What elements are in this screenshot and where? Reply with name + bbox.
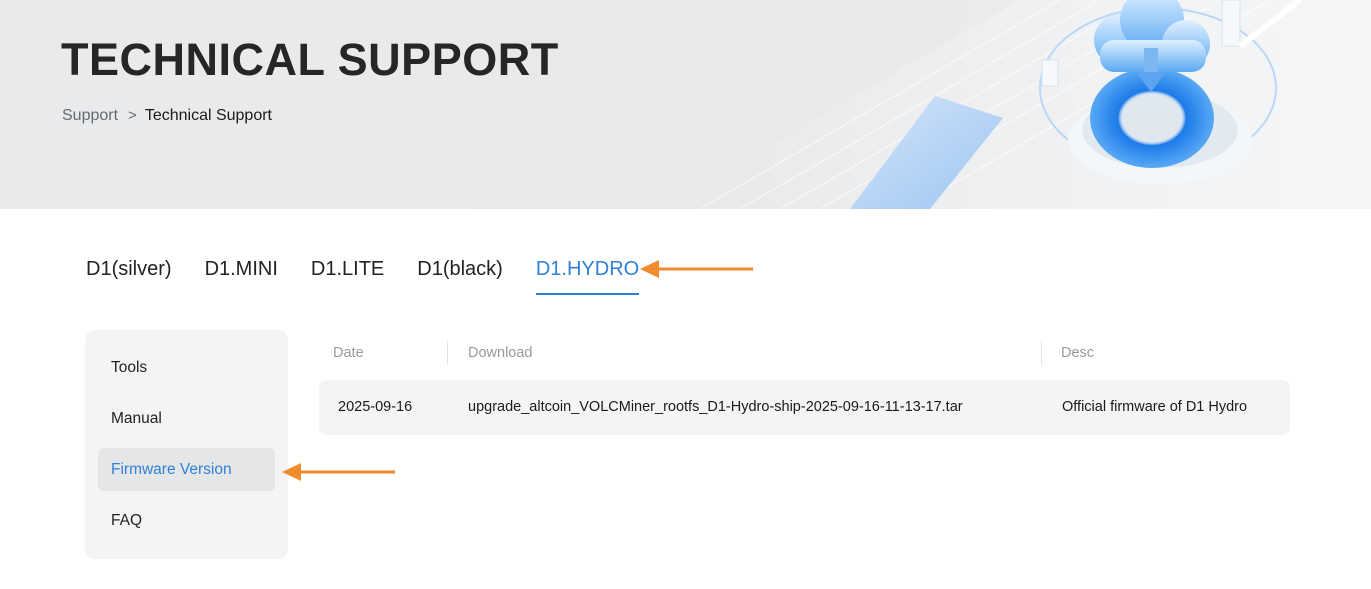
product-tabs: D1(silver) D1.MINI D1.LITE D1(black) D1.…: [86, 252, 672, 298]
row-date: 2025-09-16: [338, 399, 413, 415]
breadcrumb-separator: >: [128, 106, 137, 124]
tab-d1-mini[interactable]: D1.MINI: [205, 252, 278, 296]
row-desc: Official firmware of D1 Hydro: [1062, 399, 1248, 415]
table-header: Date Download Desc: [319, 340, 1290, 366]
tab-d1-lite[interactable]: D1.LITE: [311, 252, 384, 296]
hero-banner: TECHNICAL SUPPORT Support > Technical Su…: [0, 0, 1371, 209]
column-header-date: Date: [333, 345, 364, 361]
column-header-download: Download: [468, 345, 533, 361]
tab-d1-silver[interactable]: D1(silver): [86, 252, 172, 296]
column-divider: [447, 341, 448, 365]
column-header-desc: Desc: [1061, 345, 1095, 361]
breadcrumb-support-link[interactable]: Support: [62, 107, 118, 125]
menu-item-faq[interactable]: FAQ: [98, 499, 275, 542]
column-divider: [1041, 341, 1042, 365]
breadcrumb-current: Technical Support: [144, 107, 272, 124]
menu-item-manual[interactable]: Manual: [98, 397, 275, 440]
cloud-download-illustration-icon: [660, 0, 1371, 209]
menu-item-tools[interactable]: Tools: [98, 346, 275, 389]
breadcrumb: Support > Technical Support: [62, 107, 272, 125]
annotation-arrow-left-icon: [282, 463, 395, 481]
table-row: 2025-09-16 upgrade_altcoin_VOLCMiner_roo…: [319, 380, 1290, 435]
tab-d1-hydro[interactable]: D1.HYDRO: [535, 252, 640, 296]
row-download-link[interactable]: upgrade_altcoin_VOLCMiner_rootfs_D1-Hydr…: [468, 380, 963, 435]
tab-d1-black[interactable]: D1(black): [417, 252, 503, 296]
page-title: TECHNICAL SUPPORT: [61, 34, 559, 85]
side-menu: Tools Manual Firmware Version FAQ: [85, 330, 288, 559]
menu-item-firmware-version[interactable]: Firmware Version: [98, 448, 275, 491]
